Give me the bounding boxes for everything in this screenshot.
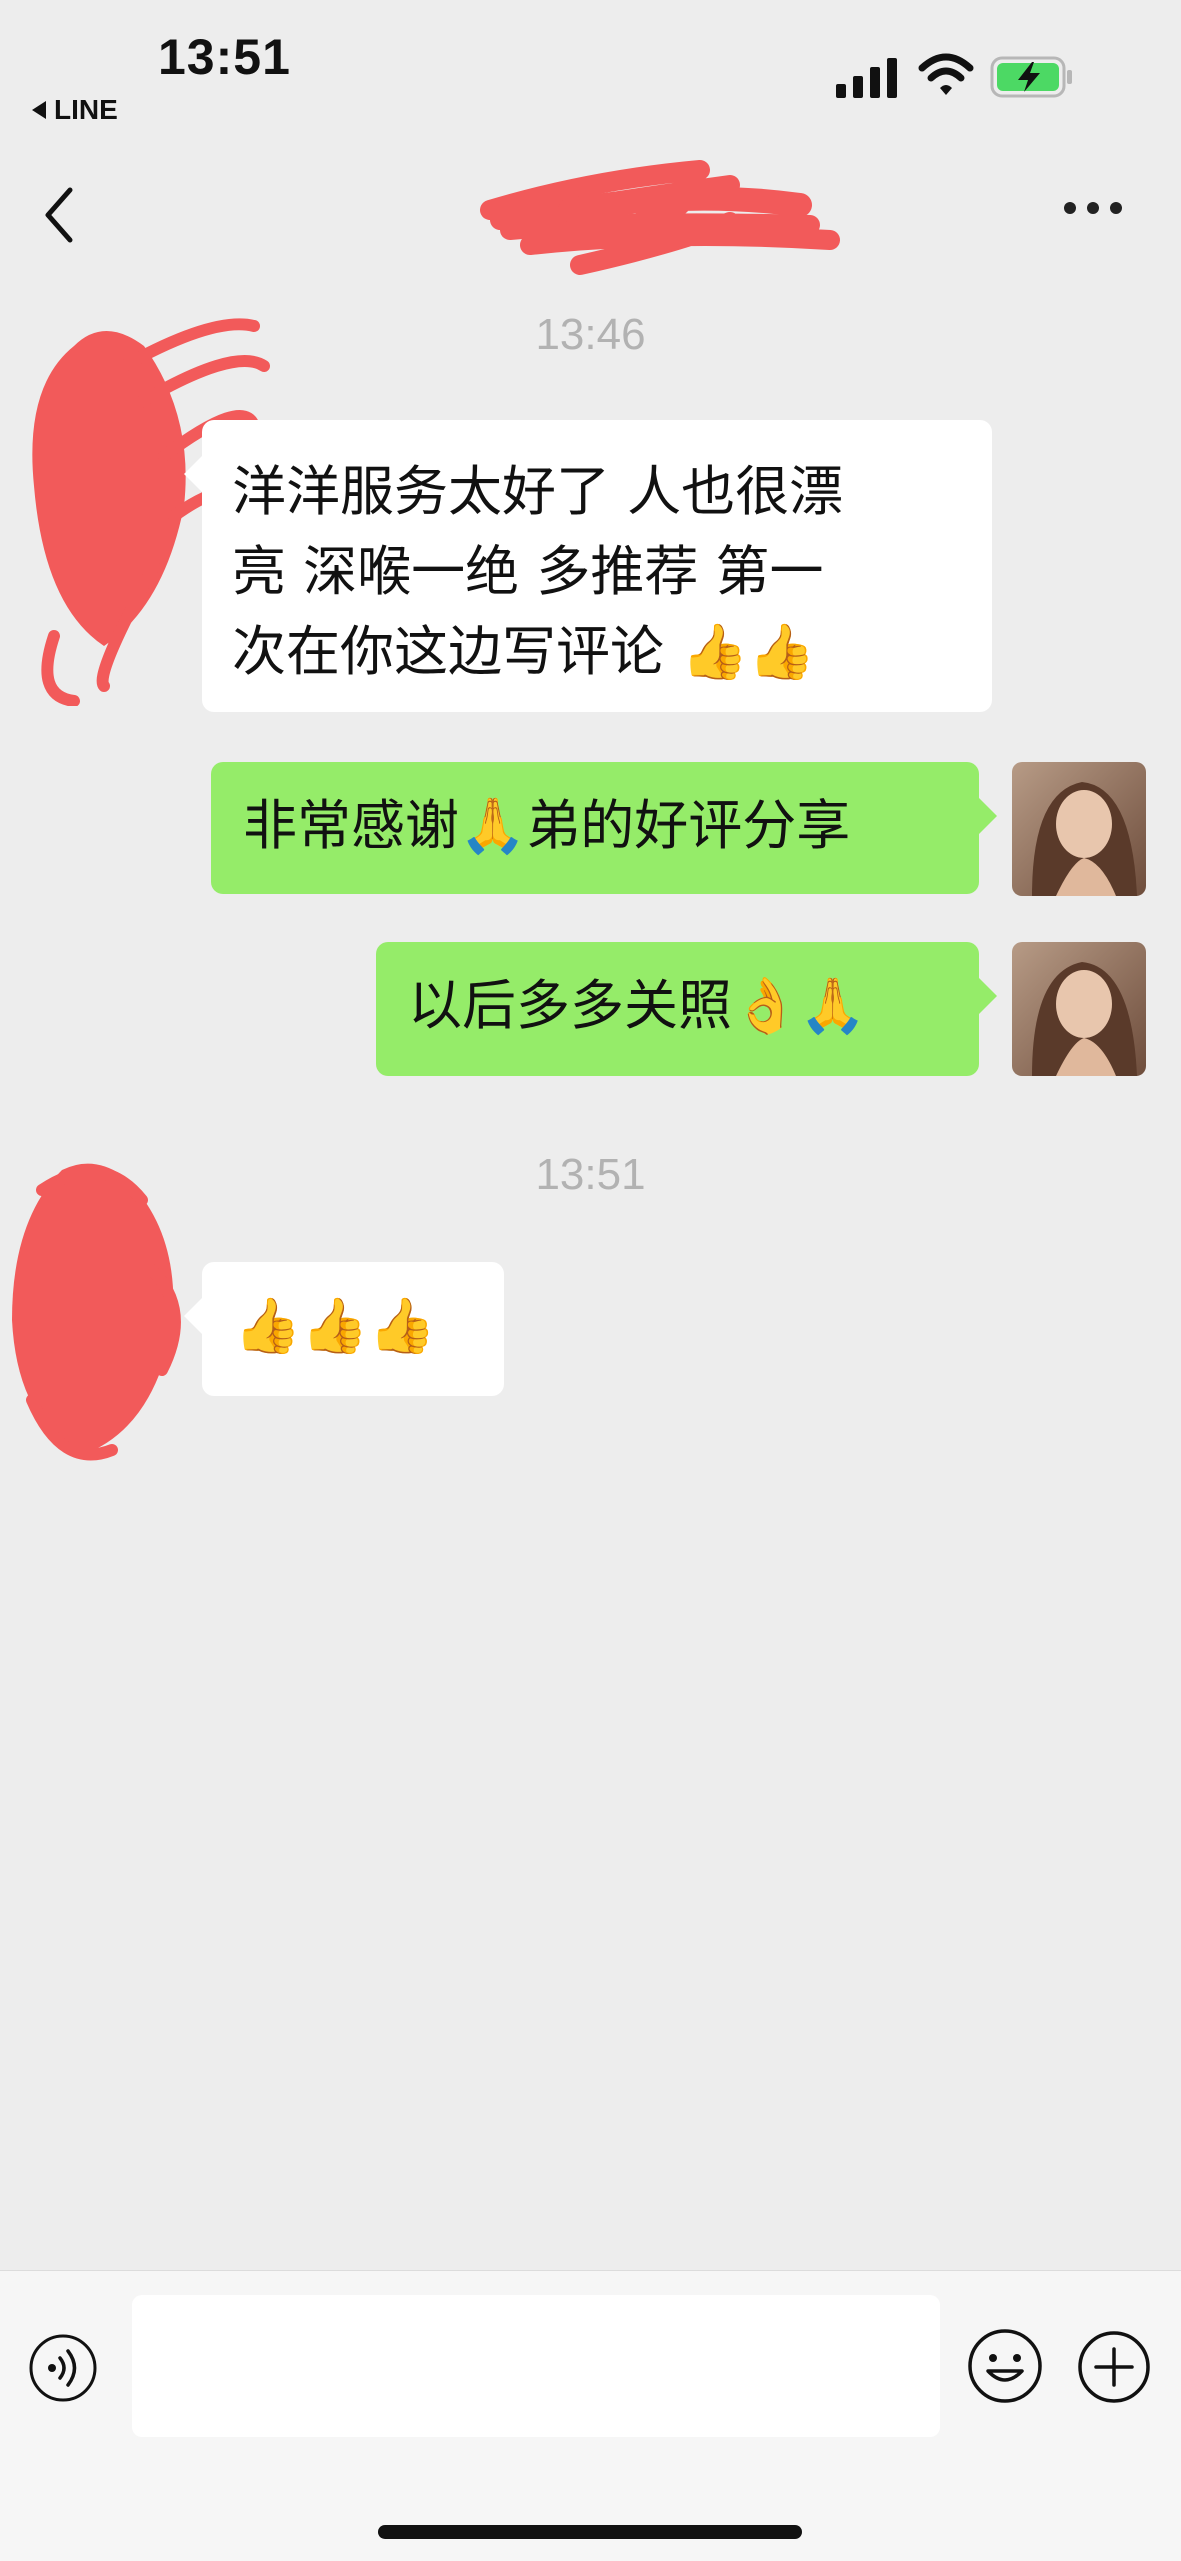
more-dots-icon[interactable]	[1064, 202, 1130, 222]
plus-icon[interactable]	[1076, 2329, 1152, 2405]
message-line: 亮 深喉一绝 多推荐 第一	[232, 540, 824, 603]
redacted-title-scribble	[480, 160, 840, 275]
dot	[1110, 202, 1122, 214]
my-avatar[interactable]	[1012, 762, 1146, 896]
my-avatar[interactable]	[1012, 942, 1146, 1076]
message-input[interactable]	[132, 2295, 940, 2437]
back-app-label: LINE	[54, 94, 118, 125]
back-to-app-button[interactable]: LINE	[32, 94, 118, 126]
message-line: 次在你这边写评论 👍👍	[232, 620, 816, 683]
chat-input-bar	[0, 2270, 1181, 2561]
message-bubble-outgoing[interactable]: 以后多多关照👌🙏	[376, 942, 997, 1076]
redacted-avatar-scribble	[12, 1163, 181, 1461]
dot	[1064, 202, 1076, 214]
message-text: 非常感谢🙏弟的好评分享	[243, 794, 851, 857]
wifi-icon	[918, 53, 974, 95]
message-bubble-incoming[interactable]: 洋洋服务太好了 人也很漂 亮 深喉一绝 多推荐 第一 次在你这边写评论 👍👍	[184, 420, 992, 712]
message-text: 以后多多关照👌🙏	[408, 974, 867, 1037]
chat-nav-bar	[0, 140, 1181, 275]
bubble-tail	[184, 1298, 202, 1334]
home-indicator[interactable]	[378, 2525, 802, 2539]
chevron-left-icon[interactable]	[36, 180, 86, 250]
avatar-photo	[1012, 942, 1146, 1076]
message-bubble-incoming[interactable]: 👍👍👍	[184, 1262, 504, 1396]
status-bar: 13:51 LINE	[0, 0, 1181, 140]
signal-icon	[836, 58, 897, 98]
voice-icon[interactable]	[28, 2333, 98, 2403]
message-text: 👍👍👍	[234, 1294, 436, 1357]
emoji-icon[interactable]	[966, 2327, 1044, 2405]
message-bubble-outgoing[interactable]: 非常感谢🙏弟的好评分享	[211, 762, 997, 894]
bubble-tail	[184, 456, 202, 492]
avatar-photo	[1012, 762, 1146, 896]
message-line: 洋洋服务太好了 人也很漂	[232, 460, 844, 523]
bubble-tail	[979, 798, 997, 834]
dot	[1087, 202, 1099, 214]
bubble-tail	[979, 978, 997, 1014]
status-time: 13:51	[158, 29, 291, 85]
back-triangle-icon	[32, 101, 46, 119]
battery-charging-icon	[990, 56, 1072, 98]
